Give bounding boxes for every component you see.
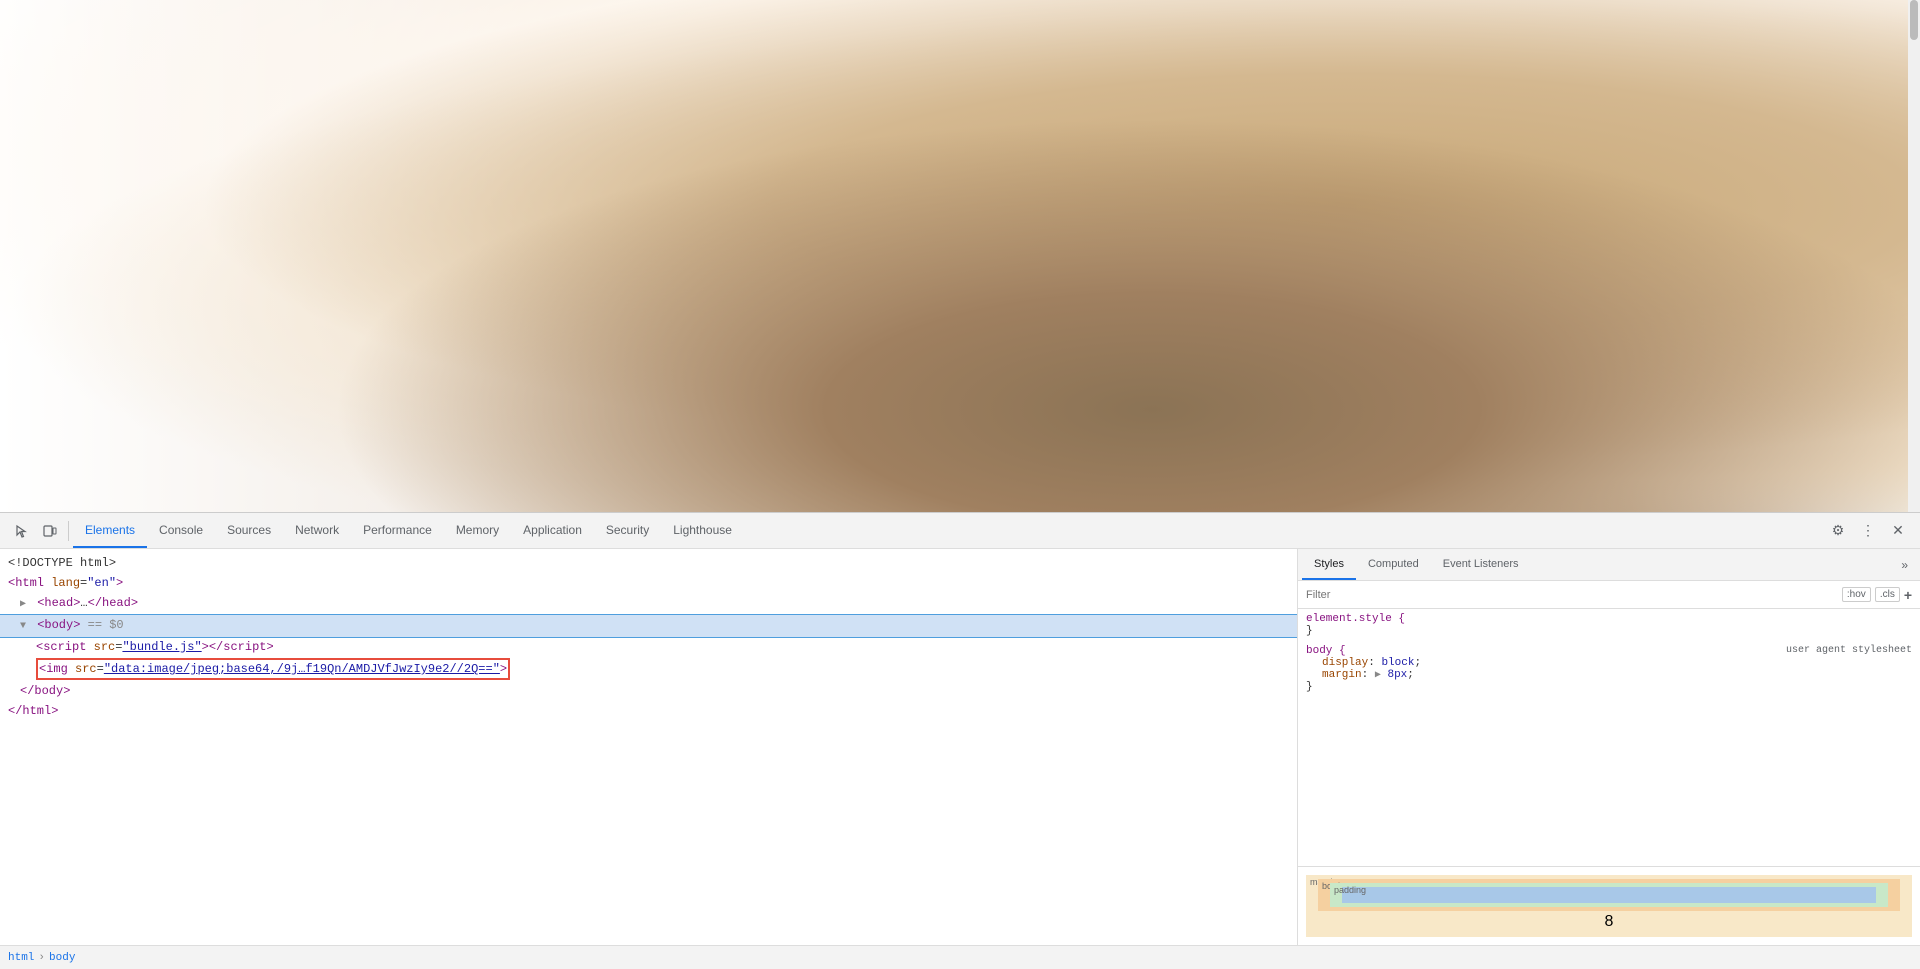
webpage-preview [0, 0, 1920, 512]
dom-line-script[interactable]: <script src="bundle.js"></script> [0, 637, 1297, 657]
css-rule-body: body { user agent stylesheet display: bl… [1306, 645, 1912, 693]
dom-panel[interactable]: <!DOCTYPE html> <html lang="en"> ▶ <head… [0, 549, 1298, 945]
tab-elements[interactable]: Elements [73, 513, 147, 548]
cls-pseudo-button[interactable]: .cls [1875, 587, 1900, 602]
dom-line-html[interactable]: <html lang="en"> [0, 573, 1297, 593]
dom-line-img[interactable]: <img src="data:image/jpeg;base64,/9j…f19… [0, 657, 1297, 681]
devtools-panel: Elements Console Sources Network Perform… [0, 512, 1920, 969]
close-devtools-icon[interactable]: ✕ [1884, 517, 1912, 545]
tab-performance[interactable]: Performance [351, 513, 444, 548]
box-model-diagram: margin border padding [1298, 866, 1920, 945]
devtools-toolbar: Elements Console Sources Network Perform… [0, 513, 1920, 549]
tab-console[interactable]: Console [147, 513, 215, 548]
styles-tab-styles[interactable]: Styles [1302, 549, 1356, 580]
tab-sources[interactable]: Sources [215, 513, 283, 548]
webpage-image [0, 0, 1920, 512]
dom-line-body-close: </body> [0, 681, 1297, 701]
dom-line-head[interactable]: ▶ <head>…</head> [0, 593, 1297, 615]
inspect-element-icon[interactable] [8, 517, 36, 545]
hov-pseudo-button[interactable]: :hov [1842, 587, 1871, 602]
box-model-margin: margin border padding [1306, 875, 1912, 937]
styles-tabs-more-icon[interactable]: » [1893, 558, 1916, 572]
tab-network[interactable]: Network [283, 513, 351, 548]
devtools-toolbar-right: ⚙ ⋮ ✕ [1824, 517, 1912, 545]
styles-tab-event-listeners[interactable]: Event Listeners [1431, 549, 1531, 580]
toolbar-divider [68, 521, 69, 541]
styles-content[interactable]: element.style { } body { user agent styl… [1298, 609, 1920, 866]
devtools-content: <!DOCTYPE html> <html lang="en"> ▶ <head… [0, 549, 1920, 945]
styles-tabs: Styles Computed Event Listeners » [1298, 549, 1920, 581]
page-scrollbar[interactable] [1908, 0, 1920, 512]
css-rule-element-style: element.style { } [1306, 613, 1912, 637]
breadcrumb-html[interactable]: html [8, 952, 34, 964]
breadcrumb-body[interactable]: body [49, 952, 75, 964]
box-model-border: border padding [1318, 879, 1900, 911]
settings-icon[interactable]: ⚙ [1824, 517, 1852, 545]
page-scrollbar-thumb[interactable] [1910, 0, 1918, 40]
margin-bottom: 8 [1605, 913, 1614, 931]
dom-line-html-close: </html> [0, 701, 1297, 721]
device-toggle-icon[interactable] [36, 517, 64, 545]
tab-application[interactable]: Application [511, 513, 594, 548]
more-options-icon[interactable]: ⋮ [1854, 517, 1882, 545]
box-model-content [1342, 887, 1876, 903]
styles-filter-bar: :hov .cls + [1298, 581, 1920, 609]
tab-security[interactable]: Security [594, 513, 661, 548]
dom-line-body-selected[interactable]: ▼ <body> == $0 [0, 615, 1297, 637]
styles-tab-computed[interactable]: Computed [1356, 549, 1431, 580]
styles-filter-input[interactable] [1306, 589, 1838, 601]
breadcrumb: html › body [0, 945, 1920, 969]
styles-panel: Styles Computed Event Listeners » :hov .… [1298, 549, 1920, 945]
tab-memory[interactable]: Memory [444, 513, 511, 548]
box-model-padding: padding [1330, 883, 1888, 907]
dom-line-doctype: <!DOCTYPE html> [0, 553, 1297, 573]
devtools-tabs: Elements Console Sources Network Perform… [73, 513, 1824, 548]
add-style-rule-button[interactable]: + [1904, 587, 1912, 603]
tab-lighthouse[interactable]: Lighthouse [661, 513, 744, 548]
